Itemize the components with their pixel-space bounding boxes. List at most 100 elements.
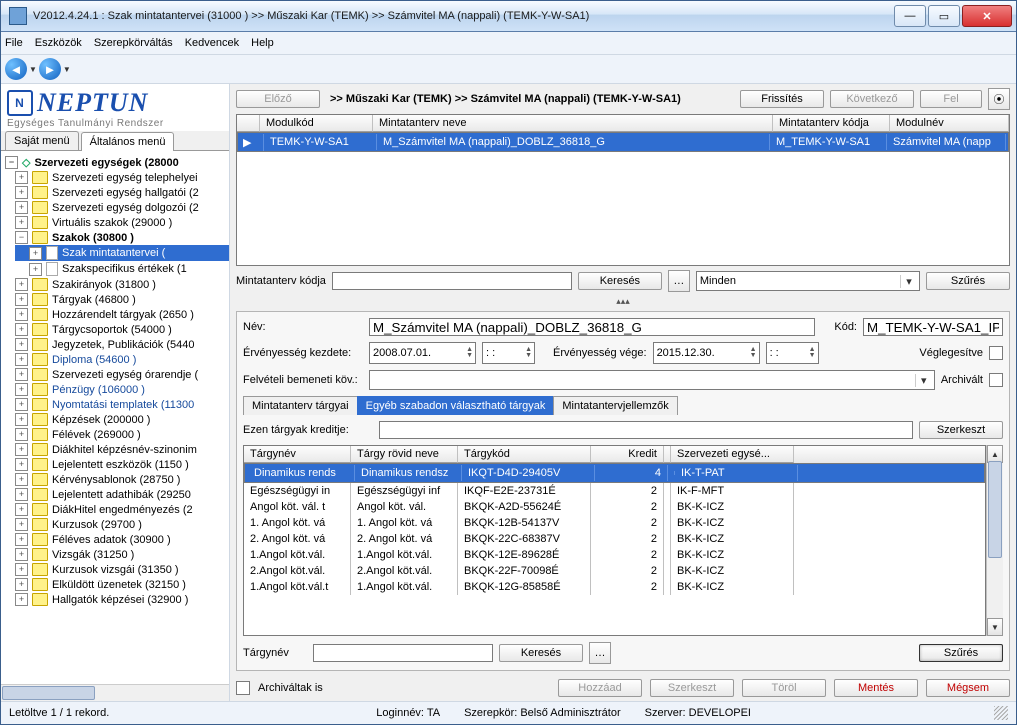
tree-item[interactable]: +Szakspecifikus értékek (1 bbox=[15, 261, 229, 277]
expand-icon[interactable]: + bbox=[15, 548, 28, 561]
expand-icon[interactable]: + bbox=[15, 593, 28, 606]
tree-item[interactable]: +Jegyzetek, Publikációk (5440 bbox=[15, 337, 229, 352]
table-row[interactable]: Angol köt. vál. tAngol köt. vál.BKQK-A2D… bbox=[244, 499, 985, 515]
erv-kezdete-date[interactable]: 2008.07.01. ▲▼ bbox=[369, 342, 476, 364]
grid1-header-modulnev[interactable]: Modulnév bbox=[890, 115, 1009, 132]
search1-input[interactable] bbox=[332, 272, 572, 290]
archivaltak-checkbox[interactable] bbox=[236, 681, 250, 695]
minimize-button[interactable]: — bbox=[894, 5, 926, 27]
table-row[interactable]: 1.Angol köt.vál.1.Angol köt.vál.BKQK-12E… bbox=[244, 547, 985, 563]
prev-button[interactable]: Előző bbox=[236, 90, 320, 108]
erv-vege-date[interactable]: 2015.12.30. ▲▼ bbox=[653, 342, 760, 364]
tree-item[interactable]: +Féléves adatok (30900 ) bbox=[15, 532, 229, 547]
close-button[interactable]: ✕ bbox=[962, 5, 1012, 27]
table-row[interactable]: Dinamikus rendsDinamikus rendszIKQT-D4D-… bbox=[244, 463, 985, 483]
refresh-button[interactable]: Frissítés bbox=[740, 90, 824, 108]
expand-icon[interactable]: + bbox=[15, 383, 28, 396]
expand-icon[interactable]: + bbox=[15, 353, 28, 366]
search2-button[interactable]: Keresés bbox=[499, 644, 583, 662]
tree-item[interactable]: +Hozzárendelt tárgyak (2650 ) bbox=[15, 307, 229, 322]
tab-general-menu[interactable]: Általános menü bbox=[81, 132, 175, 151]
expand-icon[interactable]: + bbox=[15, 443, 28, 456]
subjects-v-scrollbar[interactable]: ▲ ▼ bbox=[986, 445, 1003, 636]
expand-icon[interactable]: + bbox=[15, 368, 28, 381]
tree-item[interactable]: +Hallgatók képzései (32900 ) bbox=[15, 592, 229, 607]
expand-icon[interactable]: + bbox=[15, 428, 28, 441]
tree-item[interactable]: +Tárgyak (46800 ) bbox=[15, 292, 229, 307]
erv-kezdete-time[interactable]: : : ▲▼ bbox=[482, 342, 535, 364]
delete-button[interactable]: Töröl bbox=[742, 679, 826, 697]
tree-item[interactable]: +Szervezeti egység dolgozói (2 bbox=[15, 200, 229, 215]
next-button[interactable]: Következő bbox=[830, 90, 914, 108]
expand-icon[interactable]: + bbox=[29, 263, 42, 276]
tree-item[interactable]: +Elküldött üzenetek (32150 ) bbox=[15, 577, 229, 592]
spinner-icon[interactable]: ▲▼ bbox=[809, 347, 816, 359]
cancel-button[interactable]: Mégsem bbox=[926, 679, 1010, 697]
search1-filter-select[interactable]: Minden ▾ bbox=[696, 271, 920, 291]
edit-button[interactable]: Szerkeszt bbox=[650, 679, 734, 697]
expand-icon[interactable]: + bbox=[15, 488, 28, 501]
table-row[interactable]: 2. Angol köt. vá2. Angol köt. váBKQK-22C… bbox=[244, 531, 985, 547]
nav-forward-dropdown[interactable]: ▼ bbox=[63, 65, 71, 74]
search1-more-button[interactable]: … bbox=[668, 270, 690, 292]
nav-back-icon[interactable]: ◄ bbox=[5, 58, 27, 80]
add-button[interactable]: Hozzáad bbox=[558, 679, 642, 697]
expand-icon[interactable]: + bbox=[15, 458, 28, 471]
expand-icon[interactable]: + bbox=[15, 413, 28, 426]
credits-input[interactable] bbox=[379, 421, 913, 439]
collapse-icon[interactable]: − bbox=[5, 156, 18, 169]
grid1-row[interactable]: ▶ TEMK-Y-W-SA1 M_Számvitel MA (nappali)_… bbox=[237, 132, 1009, 152]
credits-edit-button[interactable]: Szerkeszt bbox=[919, 421, 1003, 439]
subtab-jellemzok[interactable]: Mintatantervjellemzők bbox=[553, 396, 677, 415]
tree-item[interactable]: +Diploma (54600 ) bbox=[15, 352, 229, 367]
archivalt-checkbox[interactable] bbox=[989, 373, 1003, 387]
expand-icon[interactable]: + bbox=[15, 503, 28, 516]
tree-item[interactable]: +Szak mintatantervei ( bbox=[15, 245, 229, 261]
expand-icon[interactable]: + bbox=[15, 278, 28, 291]
expand-icon[interactable]: + bbox=[15, 216, 28, 229]
save-button[interactable]: Mentés bbox=[834, 679, 918, 697]
tree-item[interactable]: +Szervezeti egység telephelyei bbox=[15, 170, 229, 185]
spinner-icon[interactable]: ▲▼ bbox=[750, 347, 757, 359]
nav-back-dropdown[interactable]: ▼ bbox=[29, 65, 37, 74]
up-button[interactable]: Fel bbox=[920, 90, 982, 108]
g2-header-targynev[interactable]: Tárgynév bbox=[244, 446, 351, 463]
nev-input[interactable] bbox=[369, 318, 815, 336]
splitter-handle-icon[interactable]: ▴▴▴ bbox=[236, 296, 1010, 307]
pin-icon[interactable]: ⦿ bbox=[988, 88, 1010, 110]
tree-item[interactable]: +Szervezeti egység hallgatói (2 bbox=[15, 185, 229, 200]
expand-icon[interactable]: + bbox=[15, 473, 28, 486]
tree-item[interactable]: +Nyomtatási templatek (11300 bbox=[15, 397, 229, 412]
grid1-header-nev[interactable]: Mintatanterv neve bbox=[373, 115, 773, 132]
expand-icon[interactable]: + bbox=[15, 338, 28, 351]
maximize-button[interactable]: ▭ bbox=[928, 5, 960, 27]
menu-file[interactable]: File bbox=[5, 37, 23, 49]
g2-header-kredit[interactable]: Kredit bbox=[591, 446, 664, 463]
expand-icon[interactable]: + bbox=[15, 308, 28, 321]
grid1-header-kodja[interactable]: Mintatanterv kódja bbox=[773, 115, 890, 132]
left-h-scrollbar[interactable] bbox=[1, 684, 229, 701]
expand-icon[interactable]: + bbox=[15, 201, 28, 214]
spinner-icon[interactable]: ▲▼ bbox=[466, 347, 473, 359]
expand-icon[interactable]: + bbox=[15, 578, 28, 591]
expand-icon[interactable]: + bbox=[15, 323, 28, 336]
search2-input[interactable] bbox=[313, 644, 493, 662]
subtab-targyai[interactable]: Mintatanterv tárgyai bbox=[243, 396, 358, 415]
expand-icon[interactable]: − bbox=[15, 231, 28, 244]
resize-grip-icon[interactable] bbox=[994, 706, 1008, 720]
menu-help[interactable]: Help bbox=[251, 37, 274, 49]
tree-item[interactable]: +DiákHitel engedményezés (2 bbox=[15, 502, 229, 517]
tree-item[interactable]: +Kurzusok (29700 ) bbox=[15, 517, 229, 532]
subjects-grid[interactable]: Tárgynév Tárgy rövid neve Tárgykód Kredi… bbox=[243, 445, 986, 636]
felv-select[interactable]: ▾ bbox=[369, 370, 935, 390]
table-row[interactable]: 1.Angol köt.vál.t1.Angol köt.vál.BKQK-12… bbox=[244, 579, 985, 595]
search2-more-button[interactable]: … bbox=[589, 642, 611, 664]
tree[interactable]: − ◇ Szervezeti egységek (28000 +Szerveze… bbox=[1, 151, 229, 684]
table-row[interactable]: 1. Angol köt. vá1. Angol köt. váBKQK-12B… bbox=[244, 515, 985, 531]
subtab-egyeb[interactable]: Egyéb szabadon választható tárgyak bbox=[357, 396, 555, 415]
g2-header-rovid[interactable]: Tárgy rövid neve bbox=[351, 446, 458, 463]
scroll-down-icon[interactable]: ▼ bbox=[987, 618, 1003, 636]
menu-tools[interactable]: Eszközök bbox=[35, 37, 82, 49]
expand-icon[interactable]: + bbox=[15, 533, 28, 546]
expand-icon[interactable]: + bbox=[15, 171, 28, 184]
